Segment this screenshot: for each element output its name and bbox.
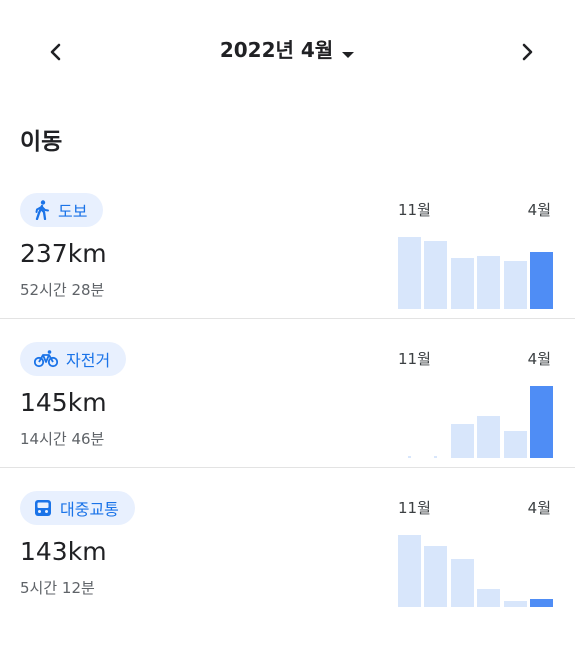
month-bar: [477, 256, 501, 309]
chart-axis-end-label: 4월: [527, 499, 551, 517]
month-bar: [424, 546, 448, 607]
distance-value: 143km: [20, 537, 107, 566]
month-bar: [434, 456, 438, 458]
duration-value: 14시간 46분: [20, 430, 105, 448]
current-month-bar: [530, 386, 553, 458]
activity-chip-transit[interactable]: 대중교통: [20, 491, 135, 525]
bicycle-icon: [34, 350, 58, 368]
walking-icon: [34, 200, 50, 220]
chart-axis-end-label: 4월: [527, 350, 551, 368]
distance-value: 237km: [20, 239, 107, 268]
activity-chip-walking[interactable]: 도보: [20, 193, 104, 227]
month-bar: [477, 589, 501, 607]
activity-card-transit[interactable]: 대중교통 143km 5시간 12분 11월 4월: [0, 491, 575, 641]
monthly-bar-chart: [398, 527, 553, 607]
month-bar: [398, 535, 421, 607]
duration-value: 52시간 28분: [20, 281, 105, 299]
month-selector[interactable]: 2022년 4월: [0, 34, 575, 64]
month-bar: [477, 416, 501, 458]
month-bar: [503, 601, 527, 607]
month-bar: [503, 431, 527, 458]
month-title: 2022년 4월: [219, 38, 334, 62]
distance-value: 145km: [20, 388, 107, 417]
next-month-button[interactable]: [505, 30, 549, 74]
divider: [0, 467, 575, 468]
month-bar: [424, 241, 448, 309]
monthly-bar-chart: [398, 229, 553, 309]
month-bar: [450, 559, 474, 607]
activity-chip-cycling[interactable]: 자전거: [20, 342, 127, 376]
duration-value: 5시간 12분: [20, 579, 95, 597]
month-bar: [398, 237, 421, 309]
activity-card-walking[interactable]: 도보 237km 52시간 28분 11월 4월: [0, 193, 575, 343]
section-title: 이동: [20, 129, 63, 155]
chart-axis-end-label: 4월: [527, 201, 551, 219]
chart-axis-start-label: 11월: [398, 350, 431, 368]
month-bar: [450, 258, 474, 309]
month-bar: [450, 424, 474, 458]
transit-icon: [34, 499, 52, 517]
monthly-bar-chart: [398, 378, 553, 458]
current-month-bar: [530, 599, 553, 607]
divider: [0, 318, 575, 319]
month-bar: [503, 261, 527, 309]
activity-label: 대중교통: [60, 500, 119, 519]
current-month-bar: [530, 252, 553, 309]
chart-axis-start-label: 11월: [398, 499, 431, 517]
chart-axis-start-label: 11월: [398, 201, 431, 219]
activity-card-cycling[interactable]: 자전거 145km 14시간 46분 11월 4월: [0, 342, 575, 492]
chevron-right-icon: [522, 43, 533, 61]
month-bar: [408, 456, 411, 458]
activity-label: 도보: [58, 202, 88, 221]
caret-down-icon: [341, 40, 355, 64]
header: 2022년 4월: [0, 0, 575, 100]
activity-label: 자전거: [66, 351, 111, 370]
